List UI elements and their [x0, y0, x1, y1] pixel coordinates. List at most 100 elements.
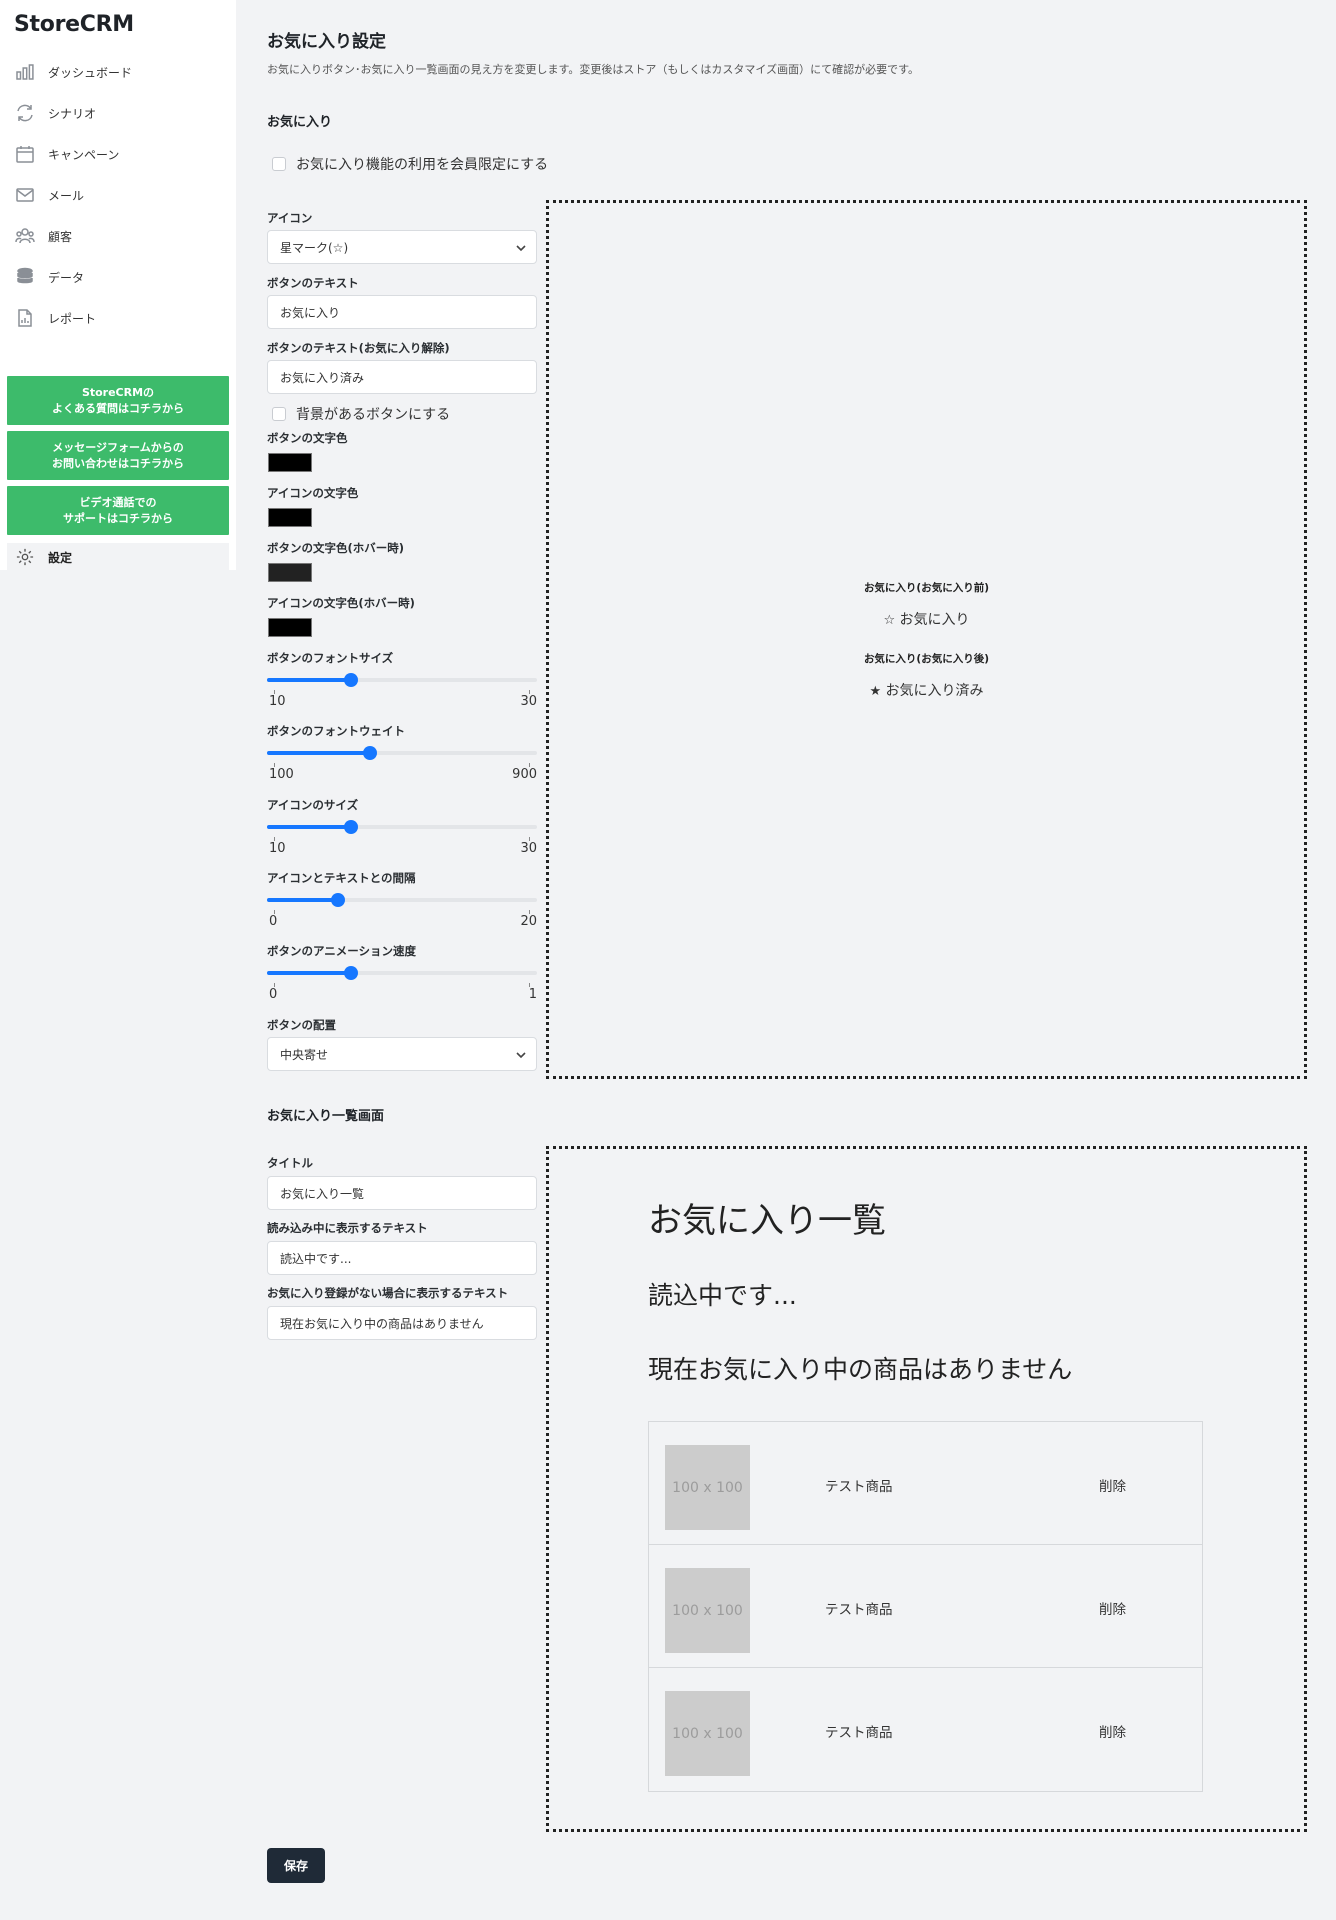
font-size-min: 10 [269, 694, 286, 709]
chevron-down-icon [516, 242, 526, 252]
video-support-button[interactable]: ビデオ通話での サポートはコチラから [7, 486, 229, 535]
list-title-value: お気に入り一覧 [280, 1186, 365, 1201]
bg-button-row[interactable]: 背景があるボタンにする [272, 404, 450, 424]
product-image-placeholder: 100 x 100 [665, 1568, 750, 1653]
product-name: テスト商品 [825, 1479, 893, 1495]
sidebar-item-data[interactable]: データ [14, 263, 84, 291]
sidebar-item-report[interactable]: レポート [14, 304, 96, 332]
sidebar-item-label: レポート [48, 311, 97, 326]
product-image-placeholder: 100 x 100 [665, 1691, 750, 1776]
sidebar-item-label: 顧客 [48, 229, 73, 244]
button-text-input[interactable]: お気に入り [267, 295, 537, 329]
sidebar-item-label: キャンペーン [48, 147, 120, 162]
empty-text-input[interactable]: 現在お気に入り中の商品はありません [267, 1306, 537, 1340]
font-weight-slider[interactable] [267, 745, 537, 767]
preview-before-label: お気に入り(お気に入り前) [863, 582, 990, 594]
font-size-slider[interactable] [267, 672, 537, 694]
button-color-swatch[interactable] [268, 453, 312, 472]
list-title-label: タイトル [267, 1156, 313, 1170]
sidebar-item-label: データ [48, 270, 85, 285]
bg-button-checkbox[interactable] [272, 407, 286, 421]
preview-before-text: お気に入り [899, 612, 970, 628]
product-image-placeholder: 100 x 100 [665, 1445, 750, 1530]
sidebar-item-dashboard[interactable]: ダッシュボード [14, 58, 132, 86]
loading-text-value: 読込中です... [280, 1251, 352, 1266]
font-size-max: 30 [520, 694, 537, 709]
table-row: 100 x 100 テスト商品 削除 [649, 1422, 1202, 1545]
sidebar-item-mail[interactable]: メール [14, 181, 84, 209]
report-icon [14, 307, 36, 329]
preview-loading-text: 読込中です... [648, 1281, 797, 1310]
delete-button[interactable]: 削除 [1099, 1721, 1126, 1741]
list-title-input[interactable]: お気に入り一覧 [267, 1176, 537, 1210]
icon-gap-slider[interactable] [267, 892, 537, 914]
table-row: 100 x 100 テスト商品 削除 [649, 1668, 1202, 1791]
icon-hover-color-swatch[interactable] [268, 618, 312, 637]
button-color-label: ボタンの文字色 [267, 431, 348, 445]
product-name: テスト商品 [825, 1725, 893, 1741]
users-icon [14, 225, 36, 247]
align-select-value: 中央寄せ [280, 1047, 329, 1062]
preview-before-button[interactable]: ☆ お気に入り [549, 609, 1304, 629]
animation-speed-max: 1 [528, 987, 537, 1002]
star-filled-icon: ★ [869, 684, 882, 699]
button-hover-color-swatch[interactable] [268, 563, 312, 582]
icon-color-label: アイコンの文字色 [267, 486, 359, 500]
members-only-checkbox[interactable] [272, 157, 286, 171]
members-only-row[interactable]: お気に入り機能の利用を会員限定にする [272, 154, 548, 174]
calendar-icon [14, 143, 36, 165]
members-only-label: お気に入り機能の利用を会員限定にする [296, 157, 549, 173]
sidebar: StoreCRM ダッシュボード シナリオ キャンペーン メール 顧客 データ … [0, 0, 236, 571]
sidebar-item-campaign[interactable]: キャンペーン [14, 140, 119, 168]
sidebar-item-settings[interactable]: 設定 [7, 543, 229, 571]
button-text-remove-value: お気に入り済み [280, 370, 365, 385]
button-preview: お気に入り(お気に入り前) ☆ お気に入り お気に入り(お気に入り後) ★ お気… [546, 200, 1307, 1079]
icon-size-slider[interactable] [267, 819, 537, 841]
slider-thumb[interactable] [343, 820, 358, 834]
save-button[interactable]: 保存 [267, 1848, 325, 1883]
sidebar-item-customers[interactable]: 顧客 [14, 222, 72, 250]
delete-button[interactable]: 削除 [1099, 1475, 1126, 1495]
icon-color-swatch[interactable] [268, 508, 312, 527]
empty-text-label: お気に入り登録がない場合に表示するテキスト [267, 1286, 509, 1300]
font-weight-max: 900 [512, 767, 537, 782]
slider-thumb[interactable] [331, 893, 345, 907]
contact-form-button[interactable]: メッセージフォームからの お問い合わせはコチラから [7, 431, 229, 480]
font-weight-label: ボタンのフォントウェイト [267, 724, 405, 738]
sidebar-item-scenario[interactable]: シナリオ [14, 99, 96, 127]
chevron-down-icon [516, 1049, 526, 1059]
animation-speed-min: 0 [269, 987, 278, 1002]
favorite-section-title: お気に入り [267, 115, 333, 130]
icon-label: アイコン [267, 211, 313, 225]
button-text-remove-input[interactable]: お気に入り済み [267, 360, 537, 394]
star-outline-icon: ☆ [883, 613, 896, 628]
product-name: テスト商品 [825, 1602, 893, 1618]
slider-thumb[interactable] [343, 673, 358, 687]
icon-size-max: 30 [520, 841, 537, 856]
mail-icon [14, 184, 36, 206]
bar-chart-icon [14, 61, 36, 83]
align-select[interactable]: 中央寄せ [267, 1037, 537, 1071]
icon-select-value: 星マーク(☆) [280, 240, 349, 255]
icon-hover-color-label: アイコンの文字色(ホバー時) [267, 596, 415, 610]
preview-after-label: お気に入り(お気に入り後) [863, 653, 990, 665]
icon-gap-max: 20 [520, 914, 537, 929]
slider-thumb[interactable] [363, 746, 377, 760]
sidebar-item-label: メール [48, 188, 85, 203]
slider-thumb[interactable] [343, 966, 358, 980]
preview-after-button[interactable]: ★ お気に入り済み [549, 680, 1304, 700]
preview-empty-text: 現在お気に入り中の商品はありません [648, 1355, 1073, 1384]
loading-text-label: 読み込み中に表示するテキスト [267, 1221, 428, 1235]
preview-after-text: お気に入り済み [885, 683, 984, 699]
icon-gap-label: アイコンとテキストとの間隔 [267, 871, 416, 885]
icon-gap-min: 0 [269, 914, 278, 929]
icon-select[interactable]: 星マーク(☆) [267, 230, 537, 264]
delete-button[interactable]: 削除 [1099, 1598, 1126, 1618]
animation-speed-slider[interactable] [267, 965, 537, 987]
font-weight-min: 100 [269, 767, 294, 782]
faq-button[interactable]: StoreCRMの よくある質問はコチラから [7, 376, 229, 425]
sidebar-item-label: 設定 [48, 550, 73, 565]
loading-text-input[interactable]: 読込中です... [267, 1241, 537, 1275]
app-logo: StoreCRM [14, 12, 134, 37]
table-row: 100 x 100 テスト商品 削除 [649, 1545, 1202, 1668]
